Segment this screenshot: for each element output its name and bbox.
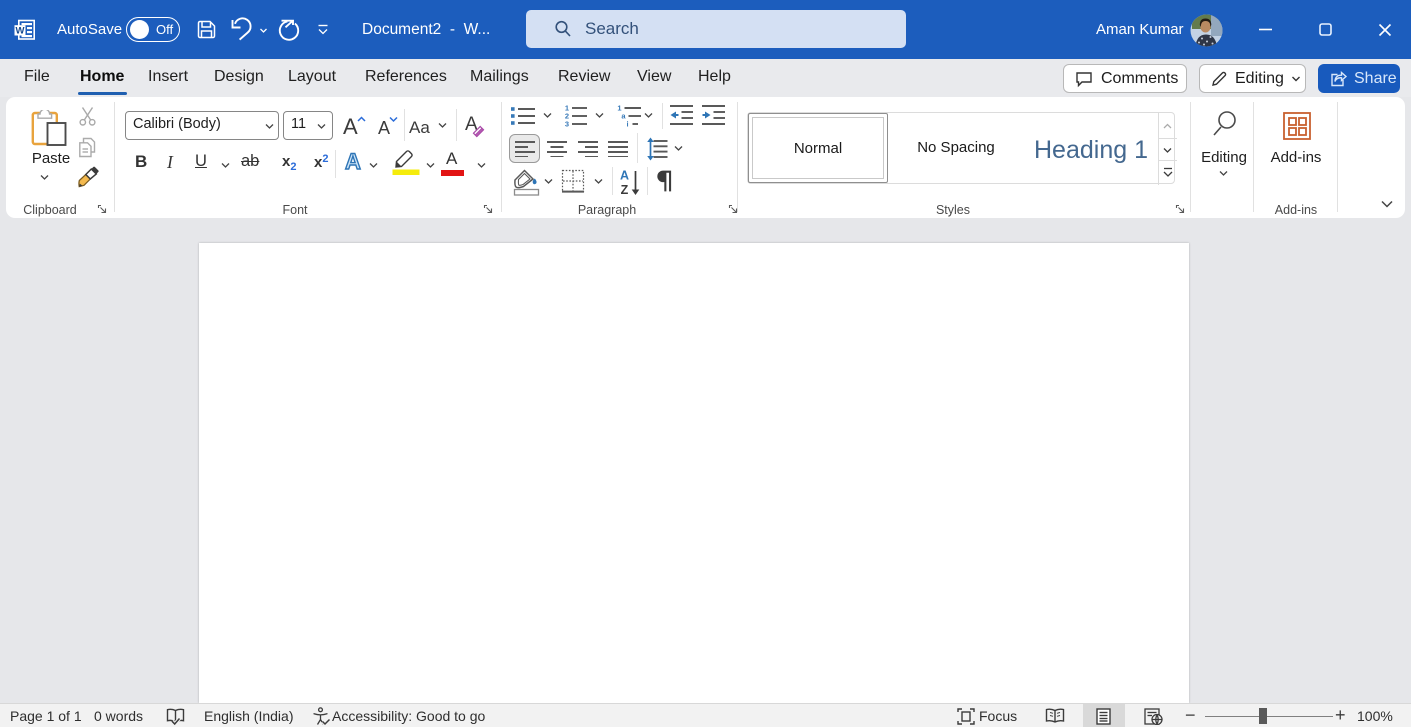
svg-text:A: A bbox=[345, 149, 361, 174]
svg-text:3: 3 bbox=[565, 120, 569, 128]
svg-text:W: W bbox=[16, 26, 25, 37]
svg-text:i: i bbox=[626, 120, 628, 128]
svg-text:A: A bbox=[620, 169, 629, 183]
svg-text:Z: Z bbox=[621, 183, 629, 196]
